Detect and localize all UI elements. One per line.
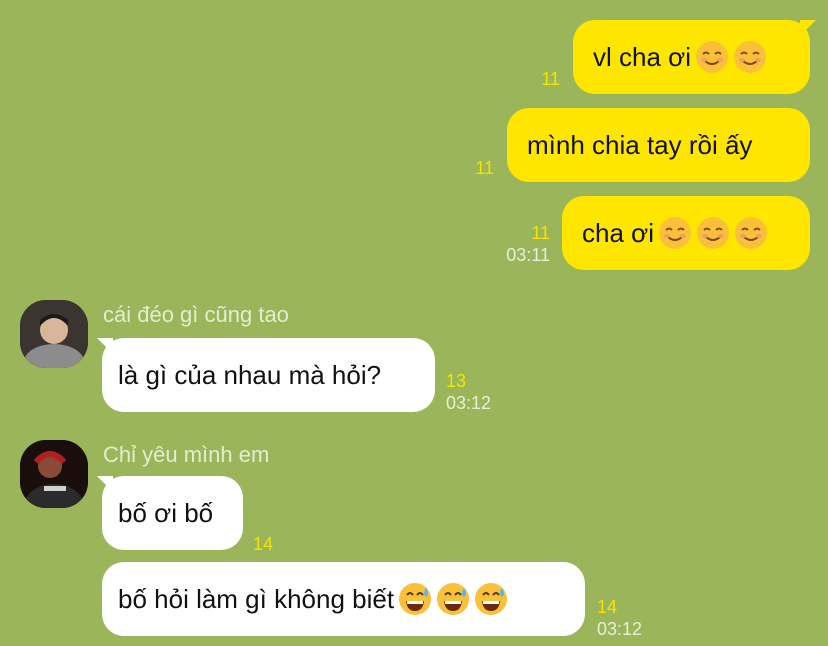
- message-meta: 11 03:11: [506, 223, 550, 265]
- incoming-message[interactable]: bố ơi bố: [102, 476, 243, 550]
- incoming-message[interactable]: là gì của nhau mà hỏi?: [102, 338, 435, 412]
- message-text: là gì của nhau mà hỏi?: [118, 359, 382, 390]
- relieved-smile-emoji-icon: [734, 217, 767, 249]
- message-meta: 14 03:12: [597, 597, 643, 639]
- message-text: bố hỏi làm gì không biết: [118, 583, 395, 614]
- sender-name: cái đéo gì cũng tao: [103, 302, 289, 327]
- read-count: 11: [541, 69, 560, 89]
- sender-name: Chỉ yêu mình em: [103, 442, 270, 467]
- relieved-smile-emoji-icon: [733, 41, 766, 73]
- read-count: 11: [475, 158, 494, 178]
- message-meta: 13 03:12: [446, 371, 492, 413]
- outgoing-message[interactable]: vl cha ơi: [573, 20, 810, 94]
- user-avatar-icon: [20, 440, 88, 508]
- grinning-sweat-emoji-icon: [437, 583, 470, 615]
- relieved-smile-emoji-icon: [658, 217, 691, 249]
- message-text: vl cha ơi: [593, 41, 691, 72]
- incoming-message[interactable]: bố hỏi làm gì không biết: [102, 562, 585, 636]
- relieved-smile-emoji-icon: [695, 41, 728, 73]
- message-text: bố ơi bố: [118, 497, 214, 528]
- message-text: cha ơi: [582, 217, 654, 248]
- user-avatar-icon: [20, 300, 88, 368]
- relieved-smile-emoji-icon: [696, 217, 729, 249]
- grinning-sweat-emoji-icon: [399, 583, 432, 615]
- read-count: 14: [253, 534, 274, 554]
- avatar[interactable]: [20, 440, 88, 508]
- outgoing-message[interactable]: cha ơi: [562, 196, 810, 270]
- outgoing-message[interactable]: mình chia tay rồi ấy: [507, 108, 810, 182]
- grinning-sweat-emoji-icon: [475, 583, 508, 615]
- avatar[interactable]: [20, 300, 88, 368]
- message-text: mình chia tay rồi ấy: [527, 129, 753, 160]
